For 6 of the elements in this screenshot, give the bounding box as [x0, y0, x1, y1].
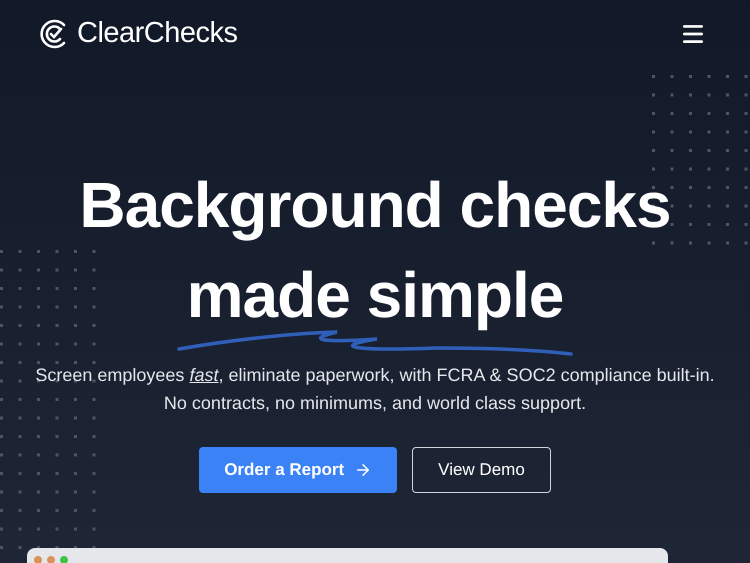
headline: made simple [186, 262, 564, 328]
order-button[interactable]: Order a Report [199, 447, 398, 493]
subtitle: No contracts, no minimums, and world class support. [164, 392, 586, 415]
subtitle: Screen employees fast, eliminate paperwork, with FCRA & SOC2 compliance built-in. [35, 364, 715, 387]
logo-text: ClearChecks [77, 19, 238, 48]
demo-button[interactable]: View Demo [412, 447, 551, 493]
